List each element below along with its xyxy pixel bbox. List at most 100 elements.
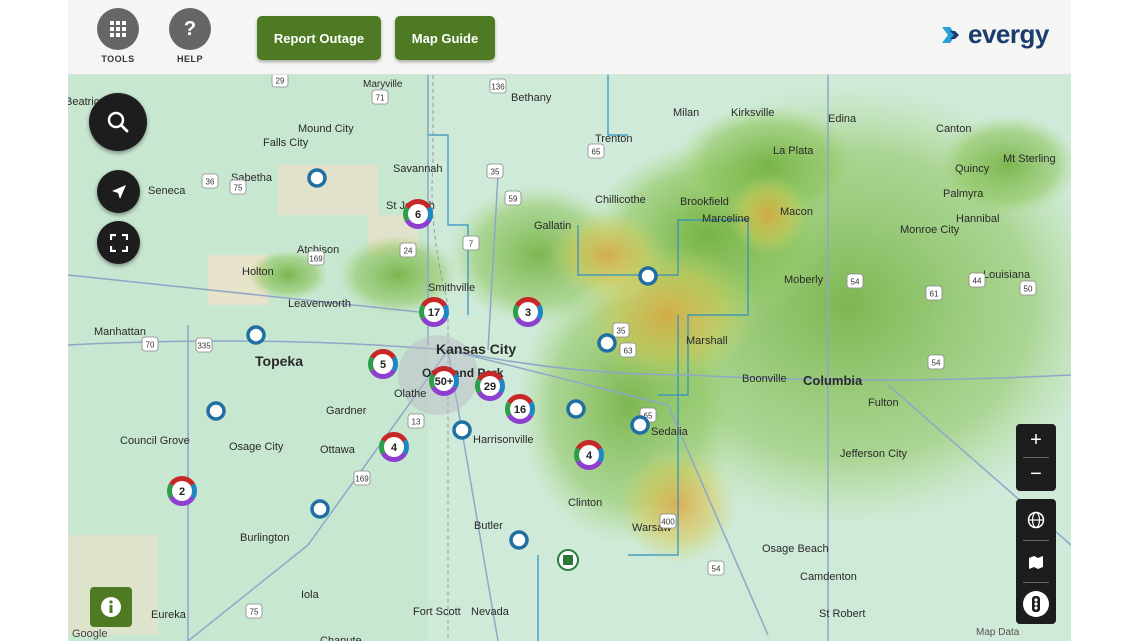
outage-count-label: 3 — [525, 307, 531, 319]
report-outage-button[interactable]: Report Outage — [257, 16, 381, 60]
outage-cluster-marker[interactable]: 16 — [505, 394, 535, 424]
outage-count-label: 4 — [586, 450, 593, 462]
svg-text:335: 335 — [197, 342, 211, 351]
outage-count-label: 50+ — [435, 376, 454, 388]
svg-text:54: 54 — [712, 565, 721, 574]
svg-text:71: 71 — [376, 94, 385, 103]
city-label: Kansas City — [436, 341, 516, 357]
svg-text:13: 13 — [412, 418, 421, 427]
map-canvas[interactable]: MaryvilleBethanyBeatriceFalls CityMound … — [68, 75, 1071, 641]
tools-button[interactable]: TOOLS — [88, 8, 148, 64]
single-outage-marker[interactable] — [509, 530, 529, 550]
city-label: Mound City — [298, 123, 354, 135]
logo-text: evergy — [968, 19, 1049, 49]
globe-icon — [1027, 511, 1045, 528]
single-outage-marker[interactable] — [310, 499, 330, 519]
outage-cluster-marker[interactable]: 4 — [574, 440, 604, 470]
outage-cluster-marker[interactable]: 29 — [475, 371, 505, 401]
highway-shield: 13 — [407, 413, 425, 429]
city-label: Jefferson City — [840, 448, 908, 460]
city-label: Holton — [242, 266, 274, 278]
svg-text:35: 35 — [617, 327, 626, 336]
city-label: St Robert — [819, 608, 865, 620]
city-label: Quincy — [955, 163, 990, 175]
city-label: Clinton — [568, 497, 602, 509]
map-data-attribution[interactable]: Map Data — [976, 627, 1019, 638]
svg-text:75: 75 — [250, 608, 259, 617]
city-label: Maryville — [363, 79, 403, 90]
city-label: Seneca — [148, 185, 186, 197]
city-label: Gardner — [326, 405, 367, 417]
outage-count-label: 5 — [380, 359, 386, 371]
highway-shield: 335 — [195, 337, 213, 353]
help-button[interactable]: ? HELP — [160, 8, 220, 64]
locate-me-button[interactable] — [97, 170, 140, 213]
highway-shield: 7 — [462, 235, 480, 251]
city-label: Edina — [828, 113, 857, 125]
single-outage-marker[interactable] — [206, 401, 226, 421]
single-outage-marker[interactable] — [566, 399, 586, 419]
legend-button[interactable] — [1016, 583, 1056, 624]
single-outage-marker[interactable] — [307, 168, 327, 188]
outage-cluster-marker[interactable]: 4 — [379, 432, 409, 462]
city-label: Marceline — [702, 213, 750, 225]
grid-icon — [97, 8, 139, 50]
map-guide-button[interactable]: Map Guide — [395, 16, 495, 60]
outage-cluster-marker[interactable]: 6 — [403, 199, 433, 229]
svg-text:54: 54 — [932, 359, 941, 368]
outage-cluster-marker[interactable]: 3 — [513, 297, 543, 327]
svg-text:400: 400 — [661, 518, 675, 527]
city-label: Osage City — [229, 441, 284, 453]
svg-text:136: 136 — [491, 83, 505, 92]
single-outage-marker[interactable] — [638, 266, 658, 286]
question-mark-icon: ? — [169, 8, 211, 50]
city-label: Osage Beach — [762, 543, 829, 555]
single-outage-marker[interactable] — [597, 333, 617, 353]
svg-text:59: 59 — [509, 195, 518, 204]
svg-text:50: 50 — [1024, 285, 1033, 294]
city-label: Milan — [673, 107, 699, 119]
highway-shield: 61 — [925, 285, 943, 301]
svg-text:7: 7 — [469, 240, 474, 249]
outage-cluster-marker[interactable]: 2 — [167, 476, 197, 506]
city-label: Hannibal — [956, 213, 999, 225]
outage-map[interactable]: Maryville Bethany Beatrice Falls City Mound … — [68, 75, 1071, 641]
city-label: Falls City — [263, 137, 309, 149]
map-layers-button[interactable] — [1016, 541, 1056, 582]
help-label: HELP — [176, 54, 203, 64]
city-label: Fort Scott — [413, 606, 461, 618]
highway-shield: 29 — [271, 75, 289, 88]
evergy-logo: evergy — [942, 19, 1049, 50]
info-button[interactable] — [90, 587, 132, 627]
city-label: Gallatin — [534, 220, 571, 232]
city-label: Council Grove — [120, 435, 190, 447]
outage-cluster-marker[interactable]: 5 — [368, 349, 398, 379]
single-outage-marker[interactable] — [452, 420, 472, 440]
city-label: Canton — [936, 123, 971, 135]
tools-label: TOOLS — [101, 54, 135, 64]
service-center-marker[interactable] — [557, 549, 579, 571]
zoom-out-button[interactable]: − — [1016, 458, 1056, 491]
highway-shield: 75 — [245, 603, 263, 619]
outage-count-label: 16 — [514, 404, 526, 416]
city-label: Palmyra — [943, 188, 984, 200]
svg-text:75: 75 — [234, 184, 243, 193]
city-label: Camdenton — [800, 571, 857, 583]
single-outage-marker[interactable] — [246, 325, 266, 345]
globe-view-button[interactable] — [1016, 499, 1056, 540]
highway-shield: 70 — [141, 336, 159, 352]
city-label: Columbia — [803, 373, 863, 388]
search-button[interactable] — [89, 93, 147, 151]
city-label: Marshall — [686, 335, 728, 347]
svg-text:29: 29 — [276, 77, 285, 86]
highway-shield: 54 — [846, 273, 864, 289]
outage-cluster-marker[interactable]: 17 — [419, 297, 449, 327]
fullscreen-button[interactable] — [97, 221, 140, 264]
outage-cluster-marker[interactable]: 50+ — [429, 366, 459, 396]
zoom-in-button[interactable]: + — [1016, 424, 1056, 457]
svg-text:36: 36 — [206, 178, 215, 187]
outage-count-label: 29 — [484, 381, 496, 393]
highway-shield: 44 — [968, 272, 986, 288]
single-outage-marker[interactable] — [630, 415, 650, 435]
svg-text:35: 35 — [491, 168, 500, 177]
